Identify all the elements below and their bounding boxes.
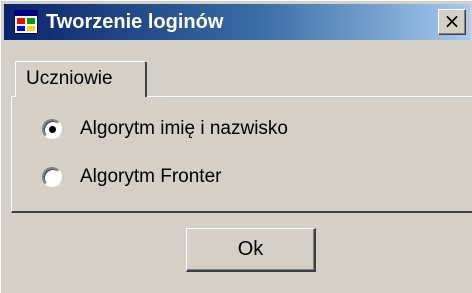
close-button[interactable]: ×: [438, 9, 466, 35]
radio-label: Algorytm imię i nazwisko: [80, 118, 288, 139]
ok-button[interactable]: Ok: [186, 228, 316, 272]
tab-uczniowie[interactable]: Uczniowie: [15, 61, 147, 97]
radio-checked-icon[interactable]: [42, 119, 62, 139]
radio-option-fronter[interactable]: Algorytm Fronter: [42, 164, 221, 190]
close-icon: ×: [443, 9, 461, 33]
radio-unchecked-icon[interactable]: [42, 167, 62, 187]
radio-label: Algorytm Fronter: [80, 166, 222, 187]
tab-label: Uczniowie: [26, 68, 113, 89]
window-title: Tworzenie loginów: [46, 11, 224, 33]
dialog-window: Tworzenie loginów × Uczniowie Algorytm i…: [0, 0, 472, 293]
title-bar[interactable]: Tworzenie loginów ×: [4, 4, 470, 40]
radio-option-imie-nazwisko[interactable]: Algorytm imię i nazwisko: [42, 116, 288, 142]
tab-panel: Algorytm imię i nazwisko Algorytm Fronte…: [11, 97, 472, 213]
app-window-icon: [14, 10, 38, 34]
